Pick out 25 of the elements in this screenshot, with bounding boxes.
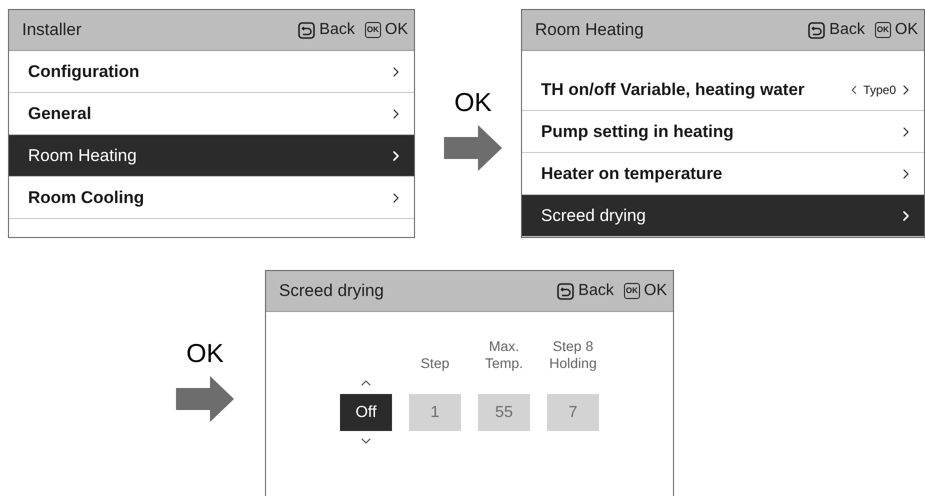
field-label: Step 8 Holding [549,338,597,372]
ok-key-icon: OK [364,22,381,38]
right-arrow-icon [176,376,234,422]
ok-button[interactable]: OK OK [364,18,408,42]
back-icon [557,282,574,300]
field-label: Max. Temp. [484,338,524,372]
ok-key-icon: OK [624,283,640,299]
step-label: OK [186,340,224,366]
ok-button[interactable]: OK OK [624,279,667,303]
right-arrow-icon [444,125,502,171]
back-button[interactable]: Back [298,18,355,42]
back-icon [298,22,316,38]
menu-item[interactable]: Room Heating [9,135,414,177]
back-button[interactable]: Back [808,18,865,42]
screen-title: Room Heating [535,19,644,42]
step-label: OK [454,89,492,115]
value-box[interactable]: Off [340,394,392,431]
ok-button[interactable]: OK OK [874,18,918,42]
ok-key-icon: OK [874,22,891,38]
back-icon [808,22,826,38]
screen-title: Installer [22,19,82,42]
field-label: Step [420,355,450,372]
screen-title: Screed drying [279,280,384,302]
back-button[interactable]: Back [557,279,614,303]
menu-item[interactable]: Screed drying [522,195,924,237]
